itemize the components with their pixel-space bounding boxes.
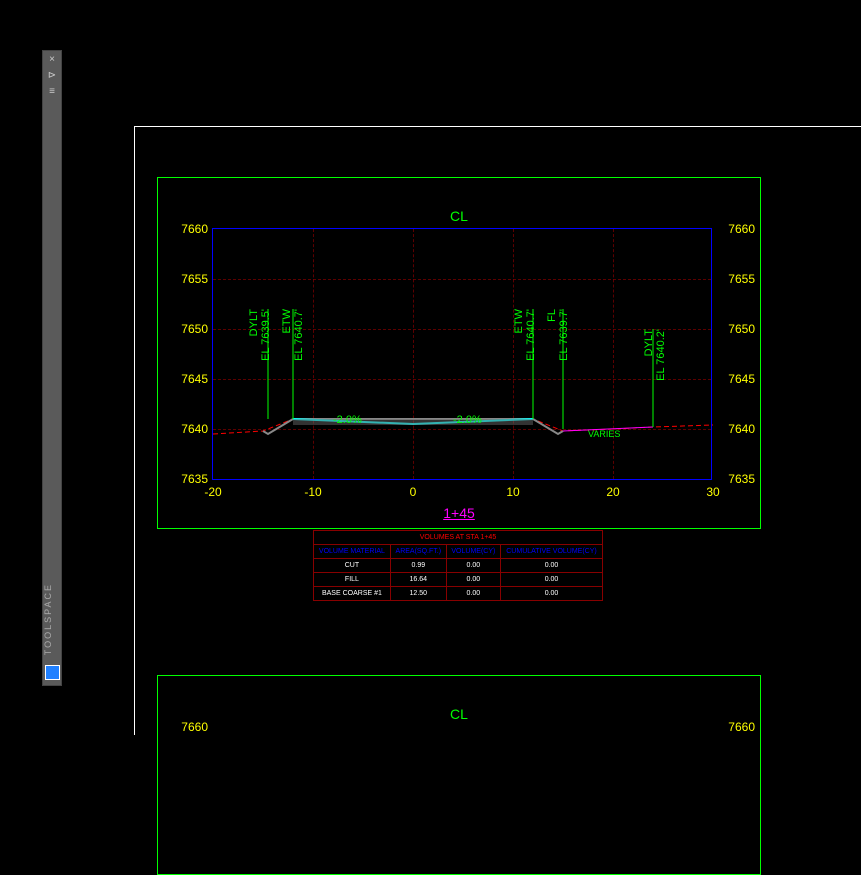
- cell: 0.00: [446, 573, 500, 587]
- toolspace-panel: × ⊳ ≡ TOOLSPACE: [42, 50, 62, 686]
- cell: BASE COARSE #1: [314, 587, 391, 601]
- centerline-label: CL: [450, 706, 468, 722]
- station-label: 1+45: [443, 505, 475, 521]
- y-tick: 7660: [715, 222, 755, 236]
- elev-label: EL 7640.2': [655, 329, 667, 381]
- toolspace-label: TOOLSPACE: [43, 583, 63, 655]
- col-header: AREA(SQ.FT.): [390, 545, 446, 559]
- elev-label: EL 7639.7': [558, 309, 570, 361]
- x-tick: 30: [698, 485, 728, 499]
- y-tick: 7660: [168, 720, 208, 734]
- cell: 0.00: [446, 559, 500, 573]
- x-tick: 10: [498, 485, 528, 499]
- point-label: DYLT: [643, 329, 655, 356]
- drawing-paper[interactable]: CL 7660 7655 7650 7645 7640 7635 7660 76…: [134, 126, 861, 735]
- cell: CUT: [314, 559, 391, 573]
- cell: 16.64: [390, 573, 446, 587]
- point-label: DYLT: [248, 309, 260, 336]
- col-header: VOLUME(CY): [446, 545, 500, 559]
- section-frame-2: CL 7660 7660: [157, 675, 761, 875]
- x-tick: -20: [198, 485, 228, 499]
- cell: 0.00: [501, 559, 603, 573]
- y-tick: 7645: [168, 372, 208, 386]
- point-label: FL: [546, 309, 558, 322]
- col-header: CUMULATIVE VOLUME(CY): [501, 545, 603, 559]
- autodesk-icon[interactable]: [45, 665, 60, 680]
- cell: 0.00: [446, 587, 500, 601]
- y-tick: 7660: [715, 720, 755, 734]
- volume-table: VOLUMES AT STA 1+45 VOLUME MATERIAL AREA…: [313, 530, 603, 601]
- table-title: VOLUMES AT STA 1+45: [314, 531, 603, 545]
- cell: 0.00: [501, 587, 603, 601]
- cross-section-drawing: [213, 229, 713, 481]
- elev-label: EL 7640.7': [525, 309, 537, 361]
- y-tick: 7645: [715, 372, 755, 386]
- point-label: ETW: [281, 309, 293, 333]
- cell: 0.99: [390, 559, 446, 573]
- y-tick: 7655: [168, 272, 208, 286]
- varies-label: VARIES: [588, 429, 620, 439]
- cell: 12.50: [390, 587, 446, 601]
- y-tick: 7640: [715, 422, 755, 436]
- pin-icon[interactable]: ⊳: [45, 69, 59, 83]
- x-tick: 20: [598, 485, 628, 499]
- close-icon[interactable]: ×: [45, 53, 59, 67]
- cell: 0.00: [501, 573, 603, 587]
- y-tick: 7660: [168, 222, 208, 236]
- x-tick: -10: [298, 485, 328, 499]
- menu-icon[interactable]: ≡: [45, 85, 59, 99]
- y-tick: 7635: [168, 472, 208, 486]
- point-label: ETW: [513, 309, 525, 333]
- centerline-label: CL: [450, 208, 468, 224]
- x-tick: 0: [398, 485, 428, 499]
- y-tick: 7650: [715, 322, 755, 336]
- chart-grid: DYLT EL 7639.5' ETW EL 7640.7' ETW EL 76…: [212, 228, 712, 480]
- elev-label: EL 7640.7': [293, 309, 305, 361]
- slope-label: -2.0%: [453, 414, 482, 426]
- y-tick: 7650: [168, 322, 208, 336]
- cell: FILL: [314, 573, 391, 587]
- y-tick: 7635: [715, 472, 755, 486]
- slope-label: -2.0%: [333, 414, 362, 426]
- col-header: VOLUME MATERIAL: [314, 545, 391, 559]
- y-tick: 7640: [168, 422, 208, 436]
- section-frame-1: CL 7660 7655 7650 7645 7640 7635 7660 76…: [157, 177, 761, 529]
- elev-label: EL 7639.5': [260, 309, 272, 361]
- y-tick: 7655: [715, 272, 755, 286]
